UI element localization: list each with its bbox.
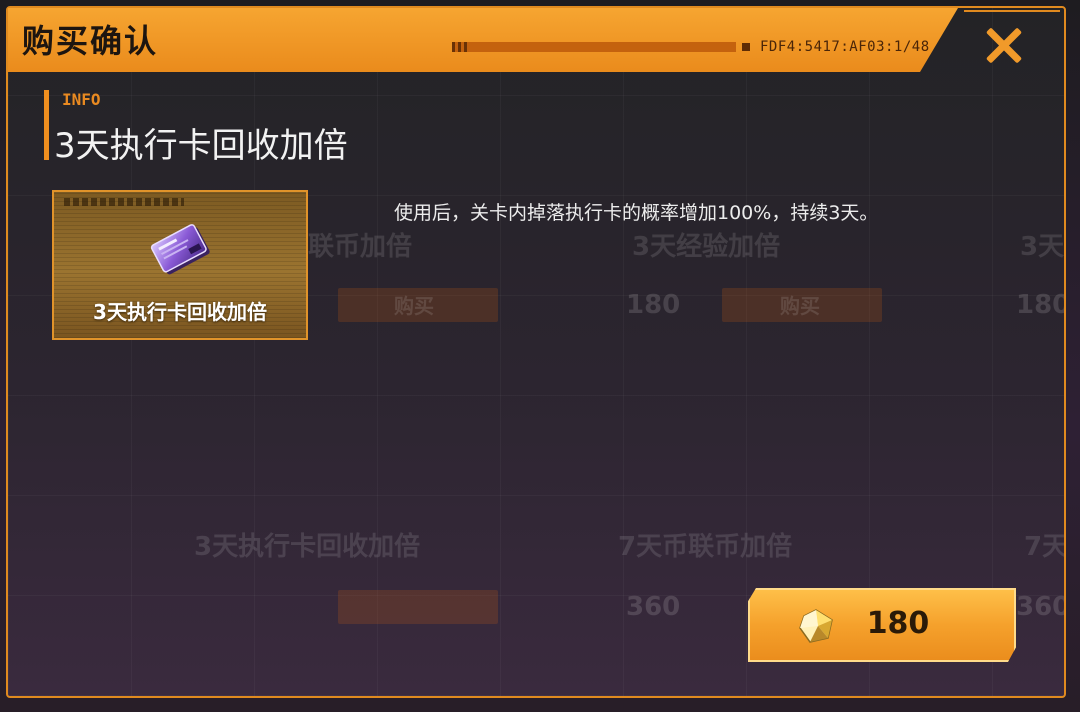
bg-item-title: 3天经验加倍 <box>632 232 781 262</box>
bg-item-title: 3天 <box>1020 232 1065 262</box>
bg-buy-label: 购买 <box>780 294 820 318</box>
header-marker <box>742 43 750 51</box>
header-bar-dots <box>452 42 468 52</box>
card-label: 3天执行卡回收加倍 <box>93 300 267 324</box>
bg-price: 360 <box>1016 592 1066 622</box>
info-tag: INFO <box>62 90 101 109</box>
header-code: FDF4:5417:AF03:1/48 <box>760 39 930 55</box>
bg-item-title: 联币加倍 <box>308 232 413 262</box>
dialog-title: 购买确认 <box>22 22 159 60</box>
bg-price: 180 <box>1016 290 1066 320</box>
bg-item-title: 7天 <box>1024 532 1066 562</box>
bg-price: 180 <box>626 290 681 320</box>
item-title: 3天执行卡回收加倍 <box>54 126 348 166</box>
gem-currency-icon <box>799 609 833 643</box>
item-description: 使用后，关卡内掉落执行卡的概率增加100%，持续3天。 <box>394 202 879 224</box>
execution-card-icon <box>150 224 210 275</box>
card-header-decoration <box>64 198 184 206</box>
info-accent-bar <box>44 90 49 160</box>
close-icon[interactable] <box>978 22 1030 68</box>
bg-price: 360 <box>626 592 681 622</box>
item-card: 3天执行卡回收加倍 <box>52 190 308 340</box>
header-progress-bar <box>452 42 736 52</box>
bg-item-title: 7天币联币加倍 <box>618 532 793 562</box>
bg-buy-button <box>338 590 498 624</box>
purchase-price[interactable]: 180 <box>850 606 946 641</box>
bg-buy-label: 购买 <box>394 294 434 318</box>
bg-item-title: 3天执行卡回收加倍 <box>194 532 421 562</box>
